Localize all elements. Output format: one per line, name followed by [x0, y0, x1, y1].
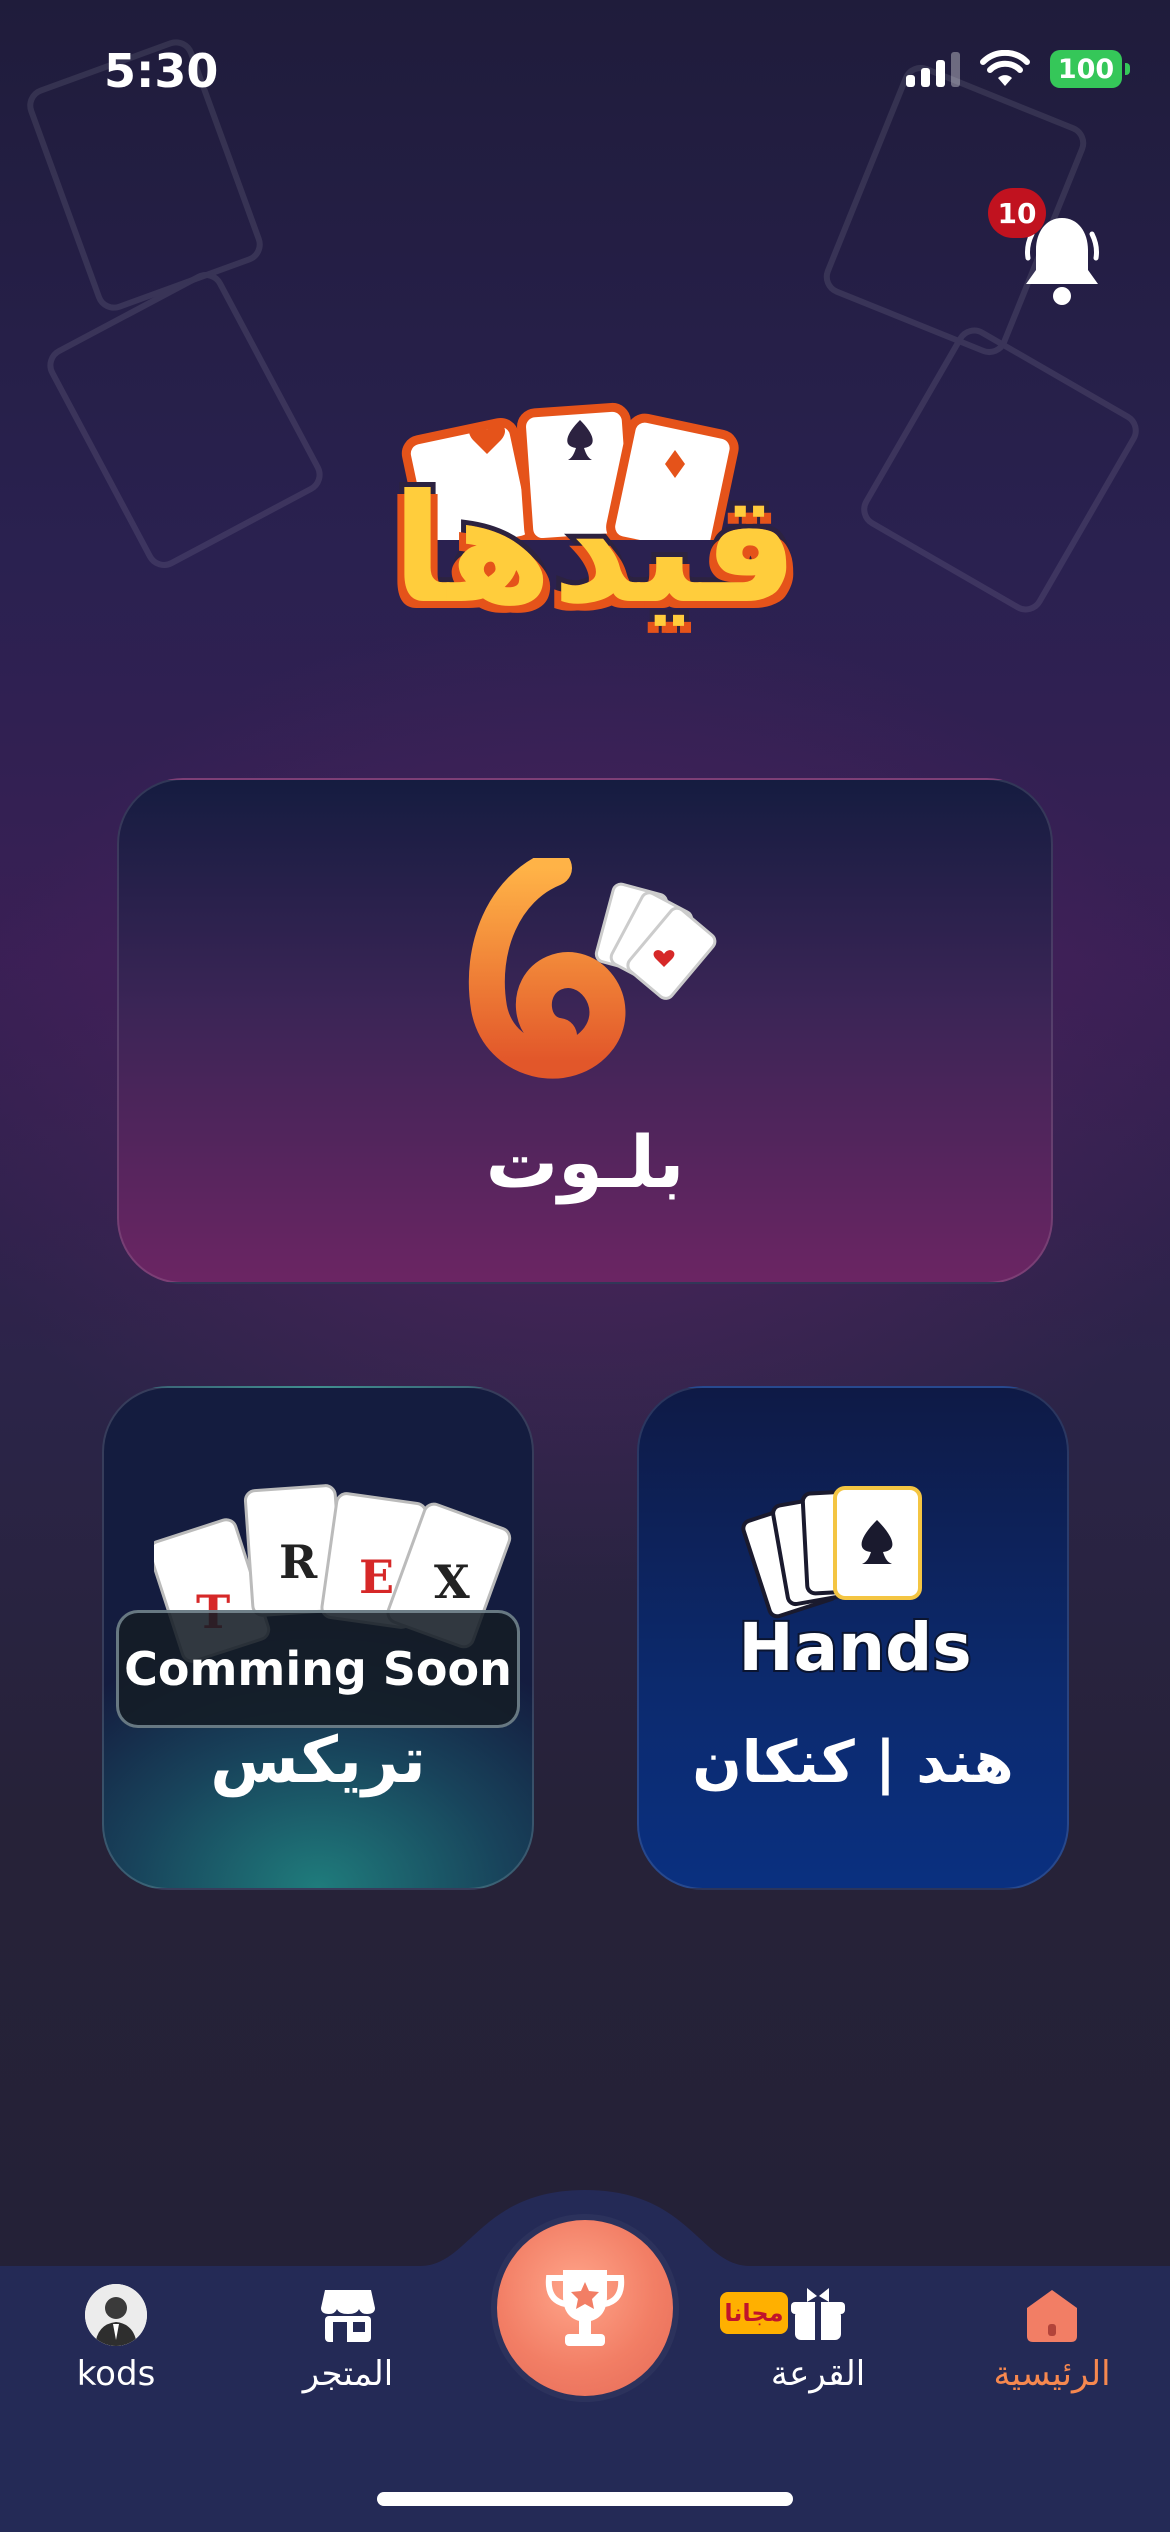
- tournaments-button[interactable]: [497, 2220, 673, 2396]
- nav-home[interactable]: الرئيسية: [952, 2284, 1152, 2394]
- status-icons: 100: [906, 50, 1130, 88]
- nav-draw-label: القرعة: [770, 2354, 866, 2394]
- coming-soon-badge: Comming Soon: [116, 1610, 520, 1728]
- nav-store[interactable]: المتجر: [248, 2284, 448, 2394]
- trex-letter-x: X: [434, 1555, 470, 1609]
- signal-icon: [906, 51, 960, 87]
- home-indicator: [377, 2492, 793, 2506]
- notification-badge: 10: [988, 188, 1046, 238]
- baloot-logo-icon: [468, 858, 717, 1079]
- home-icon: [1027, 2290, 1077, 2342]
- nav-store-label: المتجر: [302, 2354, 394, 2394]
- battery-indicator: 100: [1050, 50, 1130, 88]
- trex-title: تريكس: [210, 1724, 426, 1798]
- trex-letter-e: E: [359, 1550, 394, 1604]
- status-time: 5:30: [104, 44, 219, 98]
- wifi-icon: [980, 50, 1030, 86]
- baloot-game-card[interactable]: بلـوت: [117, 778, 1053, 1284]
- nav-profile-label: kods: [76, 2354, 156, 2394]
- hands-logo-text: Hands: [738, 1609, 971, 1686]
- nav-home-label: الرئيسية: [993, 2354, 1111, 2394]
- trex-letter-r: R: [279, 1535, 318, 1589]
- gift-box-icon: [791, 2288, 845, 2340]
- trophy-icon: [545, 2270, 625, 2346]
- app-logo: قيدها: [375, 390, 815, 660]
- logo-text: قيدها: [387, 463, 803, 637]
- nav-profile[interactable]: kods: [16, 2284, 216, 2394]
- hands-game-card[interactable]: Hands هند | كنكان: [637, 1386, 1069, 1890]
- free-badge: مجانا: [720, 2292, 788, 2334]
- store-icon: [321, 2290, 375, 2342]
- trex-game-card[interactable]: T R E X Comming Soon تريكس: [102, 1386, 534, 1890]
- hands-logo-icon: Hands: [736, 1486, 974, 1688]
- avatar: [85, 2284, 147, 2346]
- hands-title: هند | كنكان: [692, 1728, 1014, 1796]
- baloot-title: بلـوت: [485, 1120, 685, 1204]
